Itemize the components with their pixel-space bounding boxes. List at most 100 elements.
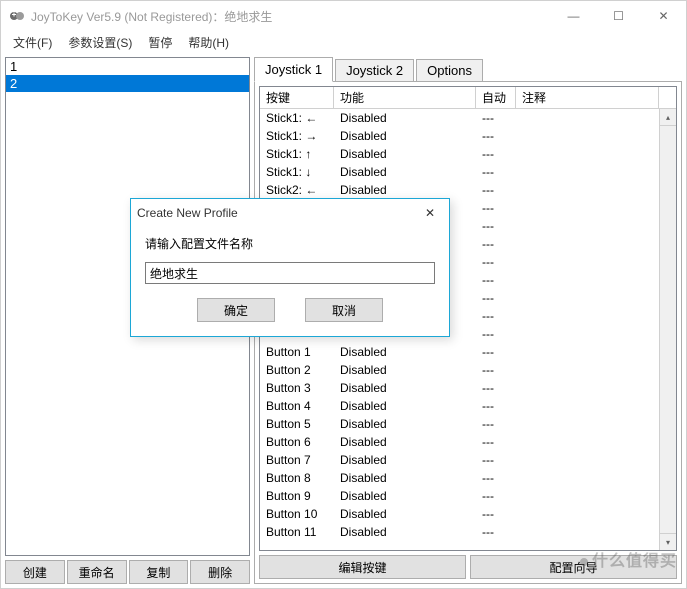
app-icon [9,8,25,24]
cell-func: Disabled [334,379,476,397]
profile-row[interactable]: 2 [6,75,249,92]
cell-func: Disabled [334,361,476,379]
cell-key: Button 2 [260,361,334,379]
window-controls: — ☐ ✕ [551,1,686,31]
wizard-button[interactable]: 配置向导 [470,555,677,579]
menu-pause[interactable]: 暂停 [140,32,180,53]
cell-auto: --- [476,487,516,505]
cell-func: Disabled [334,523,476,541]
cell-auto: --- [476,181,516,199]
table-row[interactable]: Button 5Disabled--- [260,415,676,433]
scroll-up-icon[interactable]: ▴ [660,109,676,126]
cell-auto: --- [476,253,516,271]
cell-auto: --- [476,145,516,163]
cell-note [516,451,676,469]
cell-note [516,235,676,253]
tab-joystick1[interactable]: Joystick 1 [254,57,333,82]
close-button[interactable]: ✕ [641,1,686,31]
table-row[interactable]: Stick1: ↑Disabled--- [260,145,676,163]
dialog-body: 请输入配置文件名称 确定 取消 [131,227,449,336]
table-row[interactable]: Stick1: ←Disabled--- [260,109,676,127]
cell-func: Disabled [334,127,476,145]
dialog-title-bar[interactable]: Create New Profile ✕ [131,199,449,227]
create-button[interactable]: 创建 [5,560,65,584]
cell-func: Disabled [334,505,476,523]
minimize-button[interactable]: — [551,1,596,31]
cell-note [516,325,676,343]
cell-auto: --- [476,235,516,253]
menu-help[interactable]: 帮助(H) [180,32,237,53]
cell-note [516,271,676,289]
table-row[interactable]: Button 10Disabled--- [260,505,676,523]
profile-name-input[interactable] [145,262,435,284]
cell-auto: --- [476,109,516,127]
cell-key: Button 5 [260,415,334,433]
cell-func: Disabled [334,451,476,469]
table-row[interactable]: Button 9Disabled--- [260,487,676,505]
menu-file[interactable]: 文件(F) [5,32,60,53]
table-row[interactable]: Button 6Disabled--- [260,433,676,451]
cell-key: Stick1: ↓ [260,163,334,181]
cell-note [516,469,676,487]
header-auto[interactable]: 自动 [476,87,516,108]
table-row[interactable]: Button 11Disabled--- [260,523,676,541]
tab-options[interactable]: Options [416,59,483,81]
table-row[interactable]: Stick1: ↓Disabled--- [260,163,676,181]
cell-note [516,433,676,451]
cell-auto: --- [476,415,516,433]
cell-key: Button 6 [260,433,334,451]
cell-note [516,361,676,379]
window-title: JoyToKey Ver5.9 (Not Registered)：绝地求生 [31,8,551,25]
delete-button[interactable]: 删除 [190,560,250,584]
table-row[interactable]: Stick1: →Disabled--- [260,127,676,145]
table-row[interactable]: Button 7Disabled--- [260,451,676,469]
rename-button[interactable]: 重命名 [67,560,127,584]
profile-row[interactable]: 1 [6,58,249,75]
cell-key: Stick1: ↑ [260,145,334,163]
cell-auto: --- [476,469,516,487]
header-func[interactable]: 功能 [334,87,476,108]
table-row[interactable]: Button 2Disabled--- [260,361,676,379]
table-header: 按键 功能 自动 注释 [260,87,676,109]
scroll-down-icon[interactable]: ▾ [660,533,676,550]
cell-key: Button 4 [260,397,334,415]
dialog-title: Create New Profile [137,206,417,220]
cell-key: Button 7 [260,451,334,469]
menu-settings[interactable]: 参数设置(S) [60,32,140,53]
vertical-scrollbar[interactable]: ▴ ▾ [659,109,676,550]
maximize-button[interactable]: ☐ [596,1,641,31]
table-row[interactable]: Button 4Disabled--- [260,397,676,415]
header-note[interactable]: 注释 [516,87,659,108]
cell-key: Button 3 [260,379,334,397]
cell-note [516,397,676,415]
cell-auto: --- [476,505,516,523]
cell-key: Stick1: → [260,127,334,145]
edit-key-button[interactable]: 编辑按键 [259,555,466,579]
cell-key: Button 8 [260,469,334,487]
tabs: Joystick 1 Joystick 2 Options [254,57,682,81]
cell-key: Button 10 [260,505,334,523]
copy-button[interactable]: 复制 [129,560,189,584]
cell-note [516,505,676,523]
cell-auto: --- [476,397,516,415]
dialog-buttons: 确定 取消 [145,298,435,322]
table-row[interactable]: Button 8Disabled--- [260,469,676,487]
create-profile-dialog: Create New Profile ✕ 请输入配置文件名称 确定 取消 [130,198,450,337]
cell-note [516,181,676,199]
ok-button[interactable]: 确定 [197,298,275,322]
cell-func: Disabled [334,487,476,505]
cell-auto: --- [476,523,516,541]
cell-note [516,217,676,235]
cancel-button[interactable]: 取消 [305,298,383,322]
cell-key: Button 1 [260,343,334,361]
cell-auto: --- [476,289,516,307]
table-row[interactable]: Button 3Disabled--- [260,379,676,397]
header-key[interactable]: 按键 [260,87,334,108]
tab-joystick2[interactable]: Joystick 2 [335,59,414,81]
cell-func: Disabled [334,415,476,433]
cell-auto: --- [476,361,516,379]
table-row[interactable]: Stick2: ←Disabled--- [260,181,676,199]
cell-key: Stick2: ← [260,181,334,199]
dialog-close-button[interactable]: ✕ [417,203,443,223]
table-row[interactable]: Button 1Disabled--- [260,343,676,361]
